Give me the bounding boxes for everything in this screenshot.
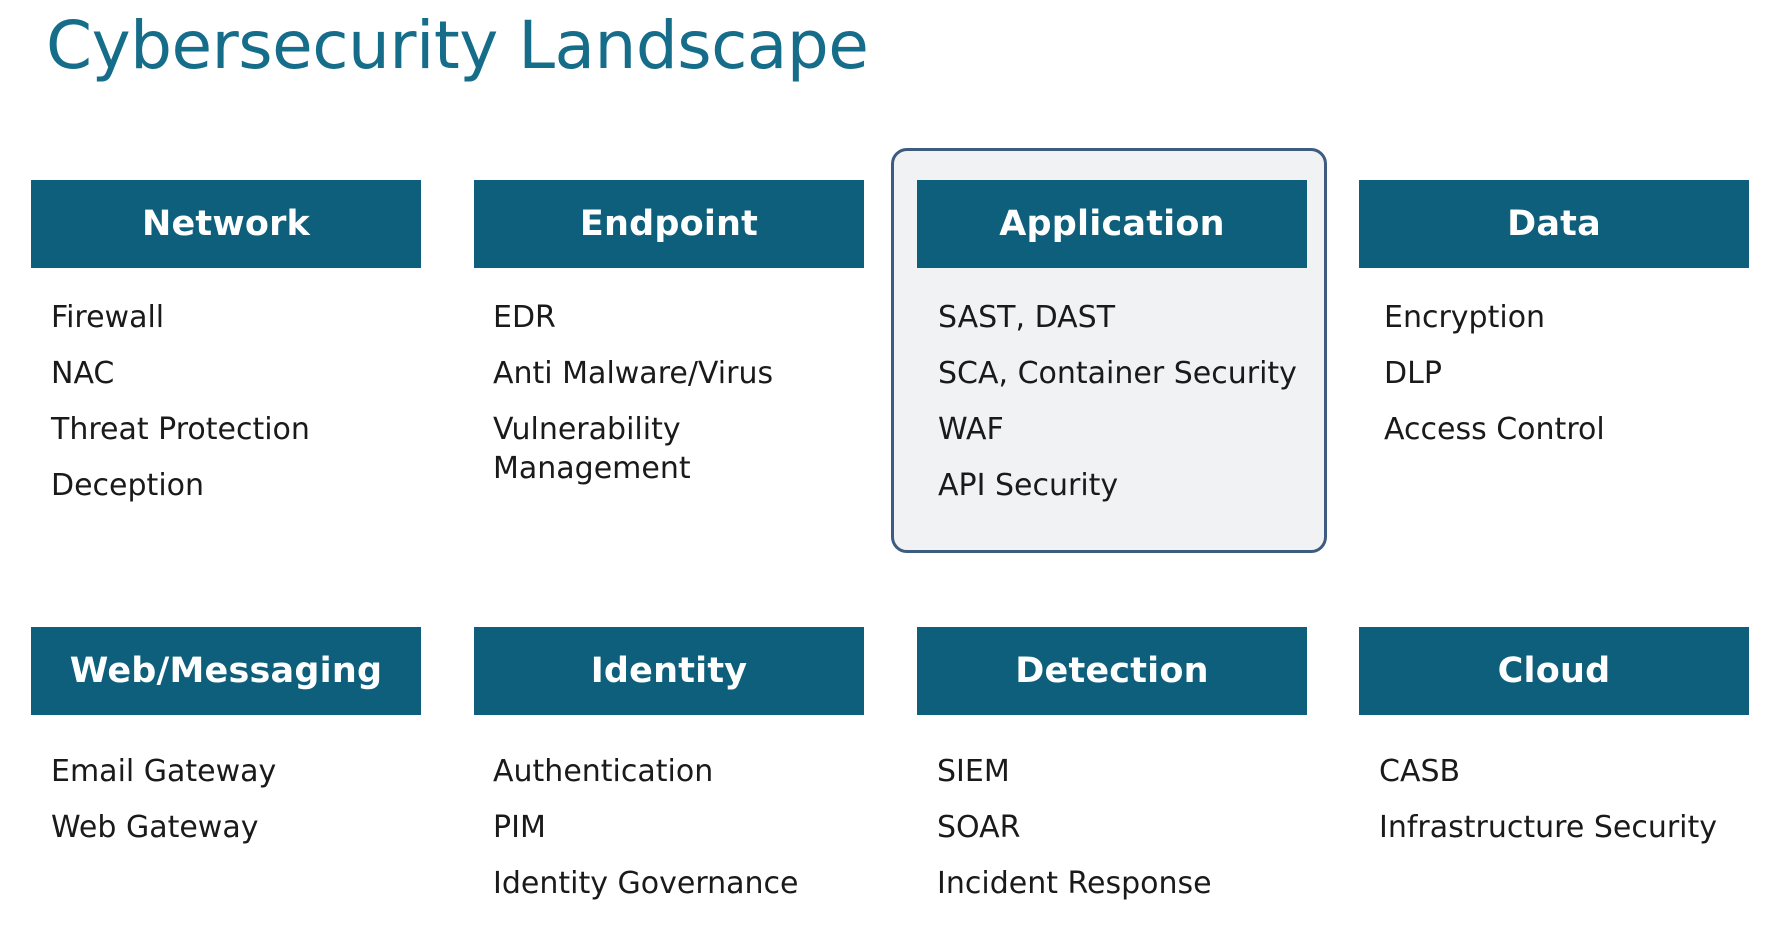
category-items-detection: SIEM SOAR Incident Response <box>937 752 1307 903</box>
category-header-detection: Detection <box>917 627 1307 715</box>
category-items-endpoint: EDR Anti Malware/Virus Vulnerability Man… <box>493 298 864 488</box>
list-item: Infrastructure Security <box>1379 810 1718 845</box>
list-item: Identity Governance <box>493 866 799 901</box>
list-item: EDR <box>493 300 556 335</box>
category-items-network: Firewall NAC Threat Protection Deception <box>51 298 421 505</box>
list-item: CASB <box>1379 754 1461 789</box>
category-header-application: Application <box>917 180 1307 268</box>
list-item: Web Gateway <box>51 810 259 845</box>
category-header-cloud: Cloud <box>1359 627 1749 715</box>
category-items-cloud: CASB Infrastructure Security <box>1379 752 1749 847</box>
category-web-messaging: Web/Messaging Email Gateway Web Gateway <box>31 627 421 864</box>
list-item: Authentication <box>493 754 714 789</box>
category-endpoint: Endpoint EDR Anti Malware/Virus Vulnerab… <box>474 180 864 505</box>
list-item: Firewall <box>51 300 165 335</box>
category-detection: Detection SIEM SOAR Incident Response <box>917 627 1307 920</box>
list-item: DLP <box>1384 356 1442 391</box>
category-header-web-messaging: Web/Messaging <box>31 627 421 715</box>
list-item: Access Control <box>1384 412 1605 447</box>
category-header-endpoint: Endpoint <box>474 180 864 268</box>
list-item: Vulnerability Management <box>493 412 691 486</box>
list-item: NAC <box>51 356 115 391</box>
category-data: Data Encryption DLP Access Control <box>1359 180 1749 466</box>
list-item: SOAR <box>937 810 1021 845</box>
category-header-identity: Identity <box>474 627 864 715</box>
list-item: SAST, DAST <box>938 300 1116 335</box>
list-item: SCA, Container Security <box>938 356 1297 391</box>
list-item: PIM <box>493 810 546 845</box>
category-application: Application SAST, DAST SCA, Container Se… <box>917 180 1307 522</box>
list-item: Threat Protection <box>51 412 310 447</box>
category-items-web-messaging: Email Gateway Web Gateway <box>51 752 421 847</box>
category-items-identity: Authentication PIM Identity Governance <box>493 752 864 903</box>
list-item: API Security <box>938 468 1119 503</box>
list-item: WAF <box>938 412 1004 447</box>
category-cloud: Cloud CASB Infrastructure Security <box>1359 627 1749 864</box>
list-item: SIEM <box>937 754 1010 789</box>
category-items-data: Encryption DLP Access Control <box>1384 298 1749 449</box>
list-item: Email Gateway <box>51 754 277 789</box>
category-identity: Identity Authentication PIM Identity Gov… <box>474 627 864 920</box>
list-item: Anti Malware/Virus <box>493 356 774 391</box>
list-item: Encryption <box>1384 300 1546 335</box>
page-title: Cybersecurity Landscape <box>46 7 869 84</box>
list-item: Deception <box>51 468 205 503</box>
category-header-network: Network <box>31 180 421 268</box>
category-network: Network Firewall NAC Threat Protection D… <box>31 180 421 522</box>
category-header-data: Data <box>1359 180 1749 268</box>
list-item: Incident Response <box>937 866 1212 901</box>
category-items-application: SAST, DAST SCA, Container Security WAF A… <box>938 298 1307 505</box>
